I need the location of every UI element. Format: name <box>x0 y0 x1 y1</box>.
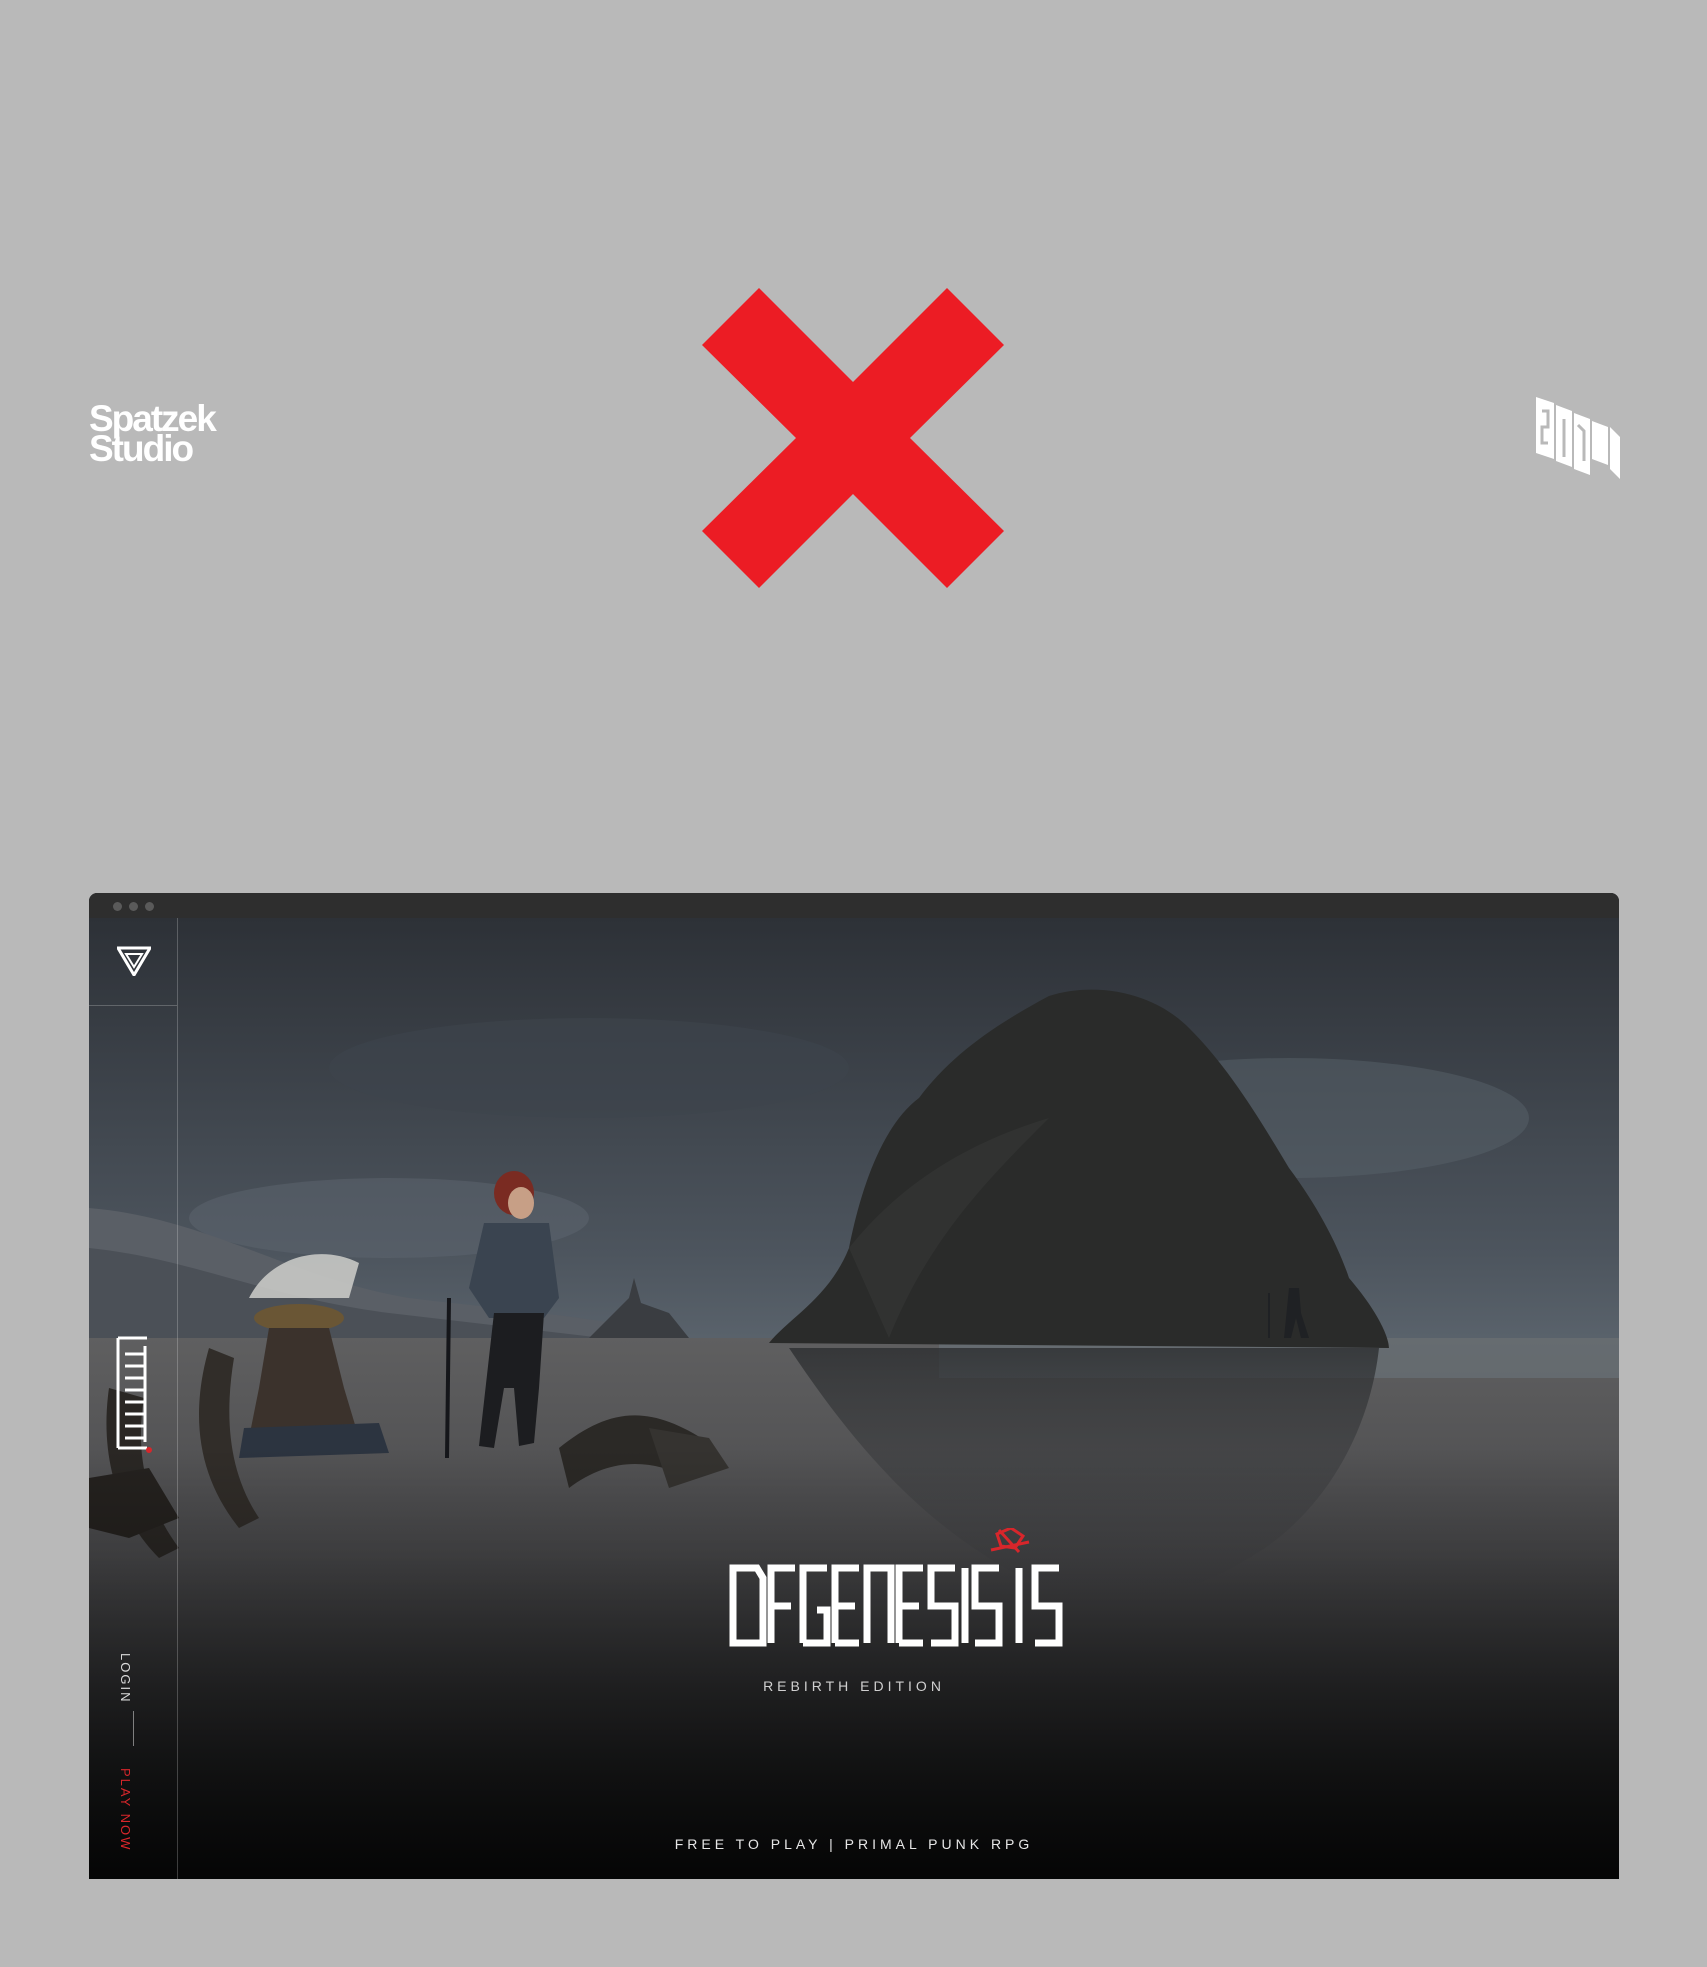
hero-tagline: FREE TO PLAY | PRIMAL PUNK RPG <box>674 1836 1034 1852</box>
browser-title-bar <box>89 893 1619 918</box>
cross-icon <box>702 288 1004 588</box>
spatzek-studio-logo: Spatzek Studio <box>89 400 217 467</box>
sidebar-logo-box[interactable] <box>89 918 177 1006</box>
site-sidebar: LOGIN PLAY NOW <box>89 918 178 1879</box>
window-control-dot[interactable] <box>129 902 138 911</box>
degenesis-hero-logo <box>729 1528 1063 1647</box>
window-control-dot[interactable] <box>113 902 122 911</box>
browser-window: LOGIN PLAY NOW REBIRTH EDITION FREE TO P… <box>89 893 1619 1879</box>
sidebar-divider <box>133 1711 134 1746</box>
sixmorevodka-logo-icon <box>1536 397 1620 479</box>
website-viewport: LOGIN PLAY NOW REBIRTH EDITION FREE TO P… <box>89 918 1619 1879</box>
hero-subtitle: REBIRTH EDITION <box>763 1678 945 1694</box>
degenesis-triangle-icon[interactable] <box>117 946 151 976</box>
window-control-dot[interactable] <box>145 902 154 911</box>
hero-background-artwork <box>89 918 1619 1879</box>
sidebar-wordmark-icon <box>116 1336 152 1453</box>
